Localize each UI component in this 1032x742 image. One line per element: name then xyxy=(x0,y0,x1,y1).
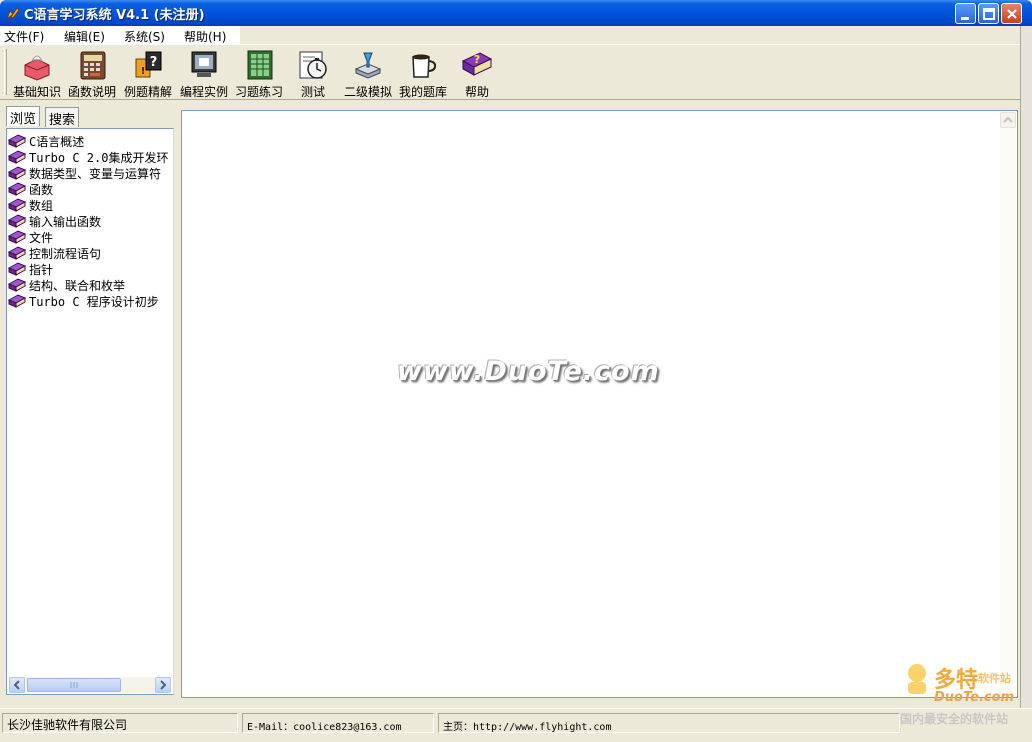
level2-simulation-button[interactable]: 二级模拟 xyxy=(342,49,394,99)
maximize-icon xyxy=(983,8,995,20)
book-icon xyxy=(8,166,26,180)
test-label: 测试 xyxy=(300,85,325,99)
content-pane[interactable]: www.DuoTe.com xyxy=(181,110,1018,698)
menu-edit[interactable]: 编辑(E) xyxy=(64,28,105,45)
menu-file[interactable]: 文件(F) xyxy=(4,28,44,45)
tree-item[interactable]: 数组 xyxy=(7,196,169,213)
tree-item[interactable]: 指针 xyxy=(7,260,169,277)
functions-button[interactable]: 函数说明 xyxy=(66,49,118,99)
my-question-bank-button[interactable]: 我的题库 xyxy=(398,49,448,99)
tab-search[interactable]: 搜索 xyxy=(45,107,80,128)
mascot-icon xyxy=(908,664,926,694)
book-icon xyxy=(8,262,26,276)
programming-examples-button[interactable]: 编程实例 xyxy=(178,49,230,99)
functions-label: 函数说明 xyxy=(67,85,116,99)
tree-item[interactable]: Turbo C 程序设计初步 xyxy=(7,292,169,309)
examples-label: 例题精解 xyxy=(123,85,172,99)
svg-text:!: ! xyxy=(141,66,146,77)
close-icon xyxy=(1007,9,1017,19)
tree-item[interactable]: C语言概述 xyxy=(7,132,169,149)
grip-lines-icon xyxy=(70,682,78,688)
tree-item[interactable]: 控制流程语句 xyxy=(7,244,169,261)
tree-item[interactable]: 输入输出函数 xyxy=(7,212,169,229)
book-icon xyxy=(8,134,26,148)
chevron-right-icon xyxy=(160,680,167,690)
tree-item[interactable]: 数据类型、变量与运算符 xyxy=(7,164,169,181)
book-icon xyxy=(8,182,26,196)
my-question-bank-label: 我的题库 xyxy=(398,85,447,99)
book-icon xyxy=(8,230,26,244)
exercises-label: 习题练习 xyxy=(234,85,283,99)
book-icon xyxy=(8,294,26,308)
tree-item-label: Turbo C 程序设计初步 xyxy=(29,295,159,309)
help-book-icon: ? xyxy=(461,52,493,76)
toolbar: 基础知识 函数说明 ? ! 例题精解 编程实例 习题练习 测试 二级模拟 我的题… xyxy=(0,44,1020,100)
minimize-button[interactable] xyxy=(955,3,976,24)
logo-sub-text: 软件站 xyxy=(978,672,1011,685)
tab-browse[interactable]: 浏览 xyxy=(6,106,41,127)
tissue-box-icon xyxy=(24,55,50,81)
book-icon xyxy=(8,246,26,260)
exercises-button[interactable]: 习题练习 xyxy=(233,49,285,99)
basics-button[interactable]: 基础知识 xyxy=(12,49,62,99)
menu-bar: 文件(F) 编辑(E) 系统(S) 帮助(H) xyxy=(0,26,240,44)
status-company: 长沙佳驰软件有限公司 xyxy=(2,713,238,733)
content-vertical-scrollbar[interactable] xyxy=(1000,112,1016,696)
chapter-tree[interactable]: C语言概述 Turbo C 2.0集成开发环境 数据类型、变量与运算符 函数 数组 输入输… xyxy=(6,128,174,695)
examples-button[interactable]: ? ! 例题精解 xyxy=(122,49,174,99)
tree-item[interactable]: 函数 xyxy=(7,180,169,197)
menu-help[interactable]: 帮助(H) xyxy=(184,28,226,45)
maximize-button[interactable] xyxy=(978,3,999,24)
menu-system[interactable]: 系统(S) xyxy=(124,28,165,45)
scroll-up-button[interactable] xyxy=(1000,112,1016,128)
status-email: E-Mail：coolice823@163.com xyxy=(242,713,434,733)
svg-text:?: ? xyxy=(474,53,480,66)
window-edge-scrollbar xyxy=(1020,26,1032,716)
scroll-right-button[interactable] xyxy=(155,677,171,693)
book-icon xyxy=(8,214,26,228)
tree-item[interactable]: 文件 xyxy=(7,228,169,245)
duote-watermark: www.DuoTe.com xyxy=(397,356,660,387)
scroll-thumb[interactable] xyxy=(27,678,121,692)
svg-text:?: ? xyxy=(150,55,158,70)
logo-url-text: DuoTe.com xyxy=(934,690,1015,705)
app-pen-icon xyxy=(5,7,20,21)
coffee-mug-icon xyxy=(412,54,437,78)
tree-item[interactable]: 结构、联合和枚举 xyxy=(7,276,169,293)
question-book-icon: ? ! xyxy=(135,51,162,78)
help-button[interactable]: ? 帮助 xyxy=(460,49,494,99)
computer-monitor-icon xyxy=(191,51,217,77)
book-icon xyxy=(8,198,26,212)
level2-simulation-label: 二级模拟 xyxy=(343,85,392,99)
scroll-left-button[interactable] xyxy=(9,677,25,693)
tree-horizontal-scrollbar[interactable] xyxy=(9,677,171,693)
book-icon xyxy=(8,278,26,292)
chevron-left-icon xyxy=(13,680,20,690)
funnel-icon xyxy=(354,52,382,79)
test-button[interactable]: 测试 xyxy=(296,49,330,99)
status-homepage: 主页：http://www.flyhight.com xyxy=(438,713,900,733)
calculator-icon xyxy=(80,51,106,80)
basics-label: 基础知识 xyxy=(12,85,61,99)
book-icon xyxy=(8,150,26,164)
duote-corner-logo: 多特 软件站 DuoTe.com 国内最安全的软件站 xyxy=(898,660,1032,734)
chevron-up-icon xyxy=(1003,116,1013,123)
window-title: C语言学习系统 V4.1 (未注册) xyxy=(24,8,205,23)
title-bar[interactable]: C语言学习系统 V4.1 (未注册) xyxy=(0,0,1032,26)
tree-item[interactable]: Turbo C 2.0集成开发环境 xyxy=(7,148,169,165)
help-label: 帮助 xyxy=(464,85,489,99)
grid-sheet-icon xyxy=(247,50,273,80)
toolbar-grip[interactable] xyxy=(4,49,7,95)
logo-tagline: 国内最安全的软件站 xyxy=(900,712,1009,726)
programming-examples-label: 编程实例 xyxy=(179,85,228,99)
close-button[interactable] xyxy=(1001,3,1022,24)
stopwatch-icon xyxy=(299,51,327,79)
status-bar: 长沙佳驰软件有限公司 E-Mail：coolice823@163.com 主页：… xyxy=(0,708,1032,742)
minimize-icon xyxy=(961,17,969,20)
tree-list: C语言概述 Turbo C 2.0集成开发环境 数据类型、变量与运算符 函数 数组 输入输… xyxy=(7,129,169,677)
